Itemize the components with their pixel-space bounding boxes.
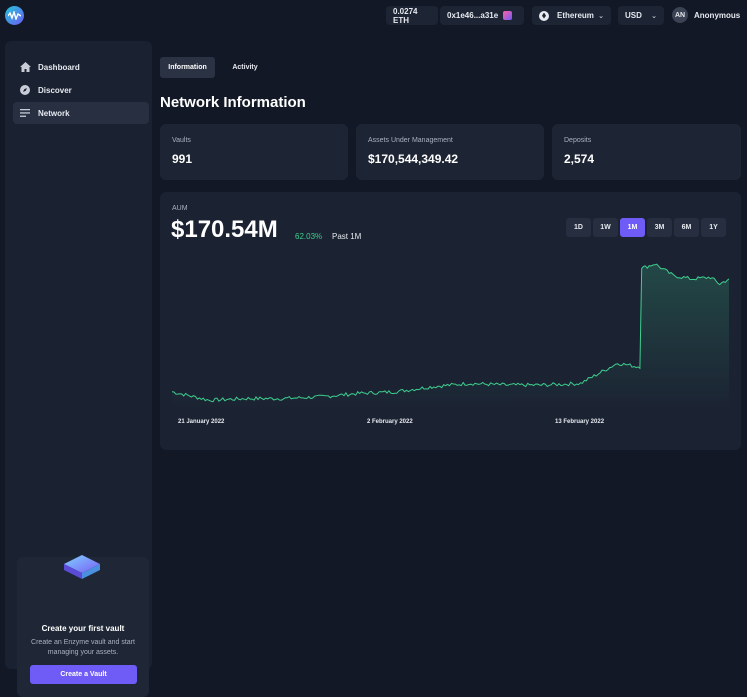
enzyme-logo[interactable] — [5, 6, 24, 25]
user-menu[interactable]: AN Anonymous — [672, 7, 740, 23]
create-vault-button[interactable]: Create a Vault — [30, 665, 137, 684]
network-selector[interactable]: Ethereum ⌄ — [532, 6, 611, 25]
create-vault-card: Create your first vault Create an Enzyme… — [17, 555, 149, 697]
compass-icon — [19, 84, 31, 96]
x-axis-label: 13 February 2022 — [555, 419, 605, 425]
chevron-down-icon: ⌄ — [598, 12, 604, 20]
wallet-avatar-icon — [503, 11, 513, 20]
aum-change: 62.03% — [295, 232, 323, 241]
sidebar-item-label: Discover — [38, 85, 72, 95]
ethereum-icon — [539, 10, 549, 21]
wallet-address-text: 0x1e46...a31e — [447, 11, 499, 20]
network-label: Ethereum — [557, 11, 594, 20]
top-bar: 0.0274 ETH 0x1e46...a31e Ethereum ⌄ USD … — [0, 0, 747, 32]
x-axis-label: 2 February 2022 — [367, 419, 413, 425]
list-icon — [19, 107, 31, 119]
stat-card-vaults: Vaults 991 — [160, 124, 348, 180]
stat-value: $170,544,349.42 — [368, 152, 459, 166]
aum-chart — [172, 263, 729, 412]
sidebar-item-network[interactable]: Network — [13, 102, 149, 124]
range-selector: 1D 1W 1M 3M 6M 1Y — [566, 218, 726, 237]
aum-chart-panel: AUM $170.54M 62.03% Past 1M 1D 1W 1M 3M … — [160, 192, 741, 450]
cta-description: Create an Enzyme vault and start managin… — [31, 639, 135, 656]
stat-card-deposits: Deposits 2,574 — [552, 124, 741, 180]
home-icon — [19, 61, 31, 73]
aum-period: Past 1M — [332, 232, 362, 241]
tab-information[interactable]: Information — [160, 57, 215, 78]
stat-label: Vaults — [172, 137, 191, 144]
aum-value: $170.54M — [171, 216, 278, 243]
cta-title: Create your first vault — [41, 624, 125, 633]
stat-card-aum: Assets Under Management $170,544,349.42 — [356, 124, 544, 180]
currency-selector[interactable]: USD ⌄ — [618, 6, 664, 25]
range-button-1y[interactable]: 1Y — [701, 218, 726, 237]
chevron-down-icon: ⌄ — [651, 12, 657, 20]
range-button-3m[interactable]: 3M — [647, 218, 672, 237]
vault-illustration-icon — [64, 555, 100, 579]
tab-activity[interactable]: Activity — [224, 57, 266, 78]
stat-label: Assets Under Management — [368, 137, 453, 144]
x-axis-label: 21 January 2022 — [178, 419, 225, 425]
currency-label: USD — [625, 11, 642, 20]
range-button-6m[interactable]: 6M — [674, 218, 699, 237]
sidebar-item-discover[interactable]: Discover — [13, 79, 149, 101]
range-button-1w[interactable]: 1W — [593, 218, 618, 237]
wallet-address[interactable]: 0x1e46...a31e — [440, 6, 524, 25]
stat-label: Deposits — [564, 137, 592, 144]
stat-value: 2,574 — [564, 152, 595, 166]
stat-value: 991 — [172, 152, 193, 166]
range-button-1d[interactable]: 1D — [566, 218, 591, 237]
sidebar-item-label: Dashboard — [38, 62, 80, 72]
user-name: Anonymous — [694, 10, 741, 20]
sidebar-item-dashboard[interactable]: Dashboard — [13, 56, 149, 78]
range-button-1m[interactable]: 1M — [620, 218, 645, 237]
aum-label: AUM — [172, 205, 188, 212]
eth-balance[interactable]: 0.0274 ETH — [386, 6, 438, 25]
aum-area — [172, 264, 729, 412]
sidebar: Dashboard Discover Network Create your f… — [5, 41, 152, 697]
page-title: Network Information — [160, 94, 306, 111]
avatar: AN — [672, 7, 688, 23]
sidebar-item-label: Network — [38, 108, 70, 118]
